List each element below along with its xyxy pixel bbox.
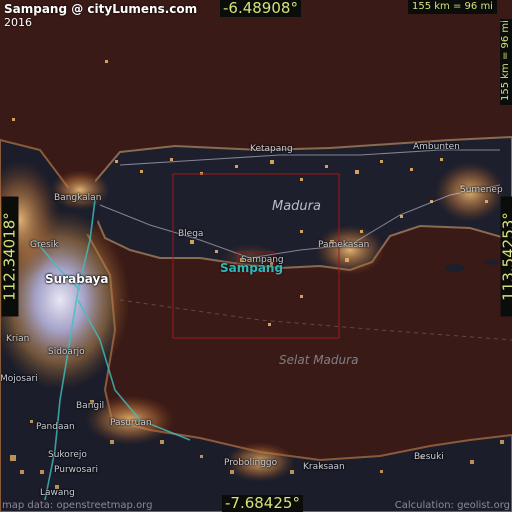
- longitude-left: 112.34018°: [1, 196, 19, 317]
- map-year: 2016: [4, 16, 32, 29]
- sea-label: Selat Madura: [279, 353, 359, 367]
- place-label: Ambunten: [413, 142, 460, 152]
- scale-label-right: 155 km = 96 mi: [500, 19, 512, 105]
- islet: [445, 264, 465, 272]
- latitude-top: -6.48908°: [220, 0, 301, 17]
- longitude-right: 113.54253°: [500, 196, 512, 317]
- place-label: Krian: [6, 334, 30, 344]
- bangkalan-glow: [50, 170, 110, 210]
- place-label: Lawang: [40, 488, 75, 498]
- latitude-bottom: -7.68425°: [222, 495, 303, 512]
- attribution-osm[interactable]: map data: openstreetmap.org: [2, 500, 152, 512]
- island-label: Madura: [272, 199, 321, 214]
- place-label: Surabaya: [45, 272, 109, 286]
- place-label: Pandaan: [36, 422, 75, 432]
- place-label: Sumenep: [460, 185, 503, 195]
- place-label: Kraksaan: [303, 462, 345, 472]
- place-label: Blega: [178, 229, 204, 239]
- place-label: Sampang: [241, 255, 284, 265]
- place-label: Bangil: [76, 401, 105, 411]
- map-title: Sampang @ cityLumens.com: [4, 2, 198, 16]
- scale-label-top: 155 km = 96 mi: [408, 0, 497, 14]
- place-label: Probolinggo: [224, 458, 278, 468]
- attribution-geolist[interactable]: Calculation: geolist.org: [395, 500, 510, 512]
- place-label: Ketapang: [250, 144, 293, 154]
- place-label: Purwosari: [54, 465, 98, 475]
- islet: [485, 259, 499, 265]
- place-label: Sukorejo: [48, 450, 87, 460]
- place-label: Mojosari: [0, 374, 38, 384]
- place-label: Gresik: [30, 240, 59, 250]
- pamekasan-glow: [315, 225, 385, 275]
- place-label: Besuki: [414, 452, 444, 462]
- place-label: Sidoarjo: [48, 347, 85, 357]
- place-label: Pamekasan: [318, 240, 370, 250]
- place-label: Pasuruan: [110, 418, 152, 428]
- place-label: Bangkalan: [54, 193, 102, 203]
- night-lights-map[interactable]: Sampang @ cityLumens.com 2016 -6.48908° …: [0, 0, 512, 512]
